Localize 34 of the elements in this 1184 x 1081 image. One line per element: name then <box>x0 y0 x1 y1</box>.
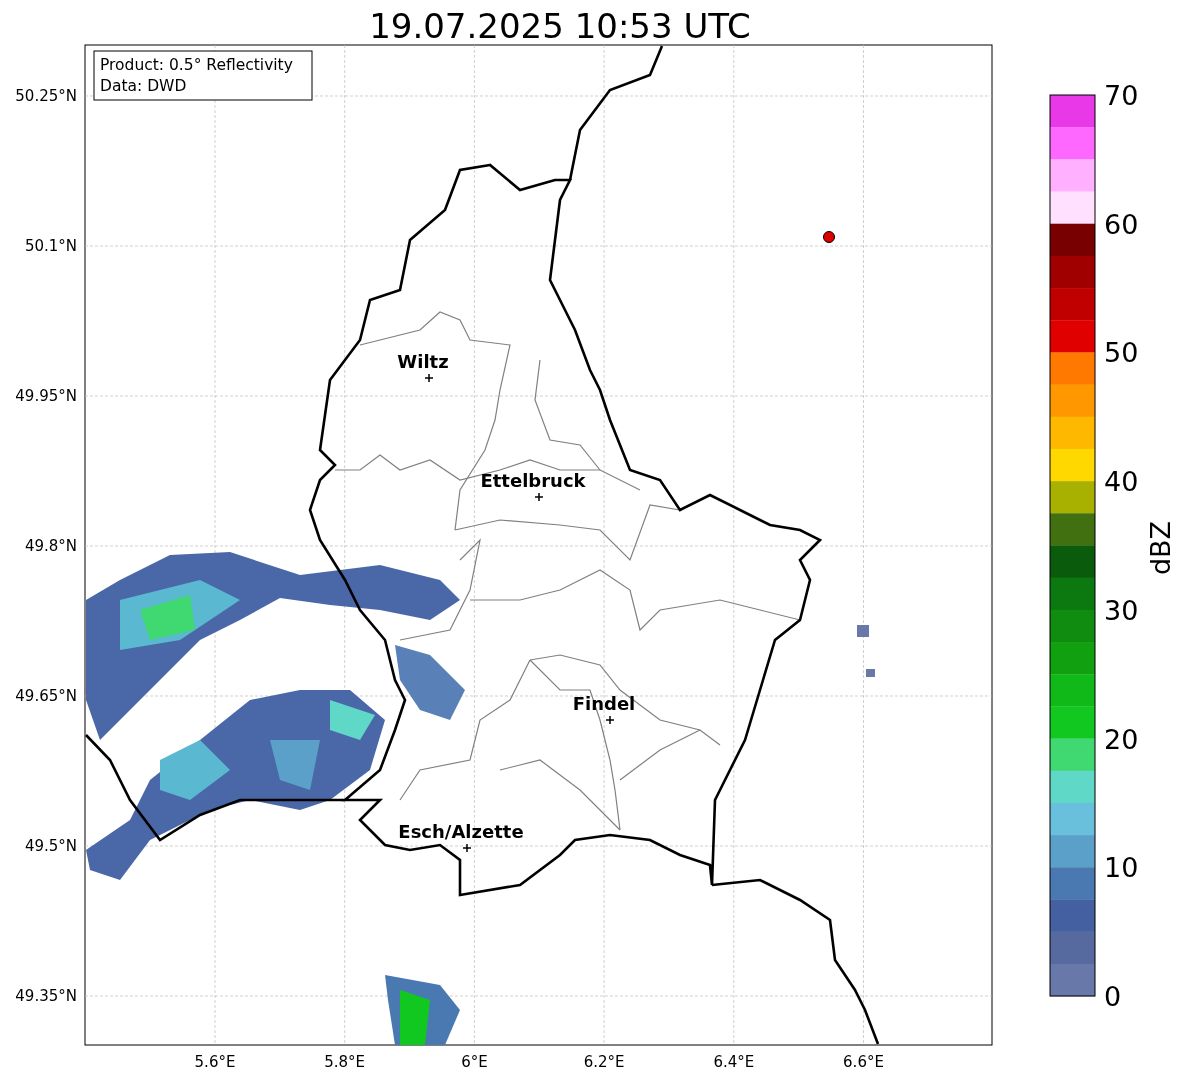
longitude-tick-label: 5.8°E <box>324 1053 366 1071</box>
colorbar-tick-label: 20 <box>1104 723 1139 755</box>
longitude-tick-label: 6.4°E <box>713 1053 755 1071</box>
city-marker-icon <box>534 492 544 502</box>
latitude-tick-label: 49.8°N <box>24 537 77 555</box>
latitude-tick-label: 49.65°N <box>15 687 77 705</box>
city-label: Esch/Alzette <box>398 821 524 842</box>
colorbar-tick-label: 30 <box>1104 594 1139 626</box>
location-marker-icon <box>823 231 835 243</box>
colorbar-tick-label: 10 <box>1104 852 1139 884</box>
colorbar-tick-label: 50 <box>1104 337 1139 369</box>
latitude-tick-label: 50.25°N <box>15 87 77 105</box>
colorbar-label: dBZ <box>1145 520 1176 576</box>
city-label: Findel <box>572 693 636 714</box>
latitude-tick-label: 50.1°N <box>24 237 77 255</box>
chart-title: 19.07.2025 10:53 UTC <box>369 6 751 46</box>
latitude-tick-label: 49.35°N <box>15 987 77 1005</box>
longitude-tick-label: 6.2°E <box>583 1053 625 1071</box>
city-label: Wiltz <box>397 351 449 372</box>
city-marker-icon <box>605 715 615 725</box>
latitude-tick-label: 49.95°N <box>15 387 77 405</box>
longitude-tick-label: 6.6°E <box>843 1053 884 1071</box>
colorbar-tick-label: 0 <box>1104 981 1122 1012</box>
latitude-tick-label: 49.5°N <box>24 837 77 855</box>
city-marker-icon <box>424 373 434 383</box>
longitude-tick-label: 6°E <box>461 1053 488 1071</box>
city-marker-icon <box>462 843 472 853</box>
colorbar-tick-label: 70 <box>1104 80 1139 111</box>
colorbar-tick-label: 40 <box>1104 466 1139 498</box>
info-text: Data: DWD <box>100 77 187 95</box>
info-text: Product: 0.5° Reflectivity <box>100 56 293 74</box>
colorbar-tick-label: 60 <box>1104 208 1139 240</box>
city-label: Ettelbruck <box>480 470 586 491</box>
longitude-tick-label: 5.6°E <box>194 1053 236 1071</box>
